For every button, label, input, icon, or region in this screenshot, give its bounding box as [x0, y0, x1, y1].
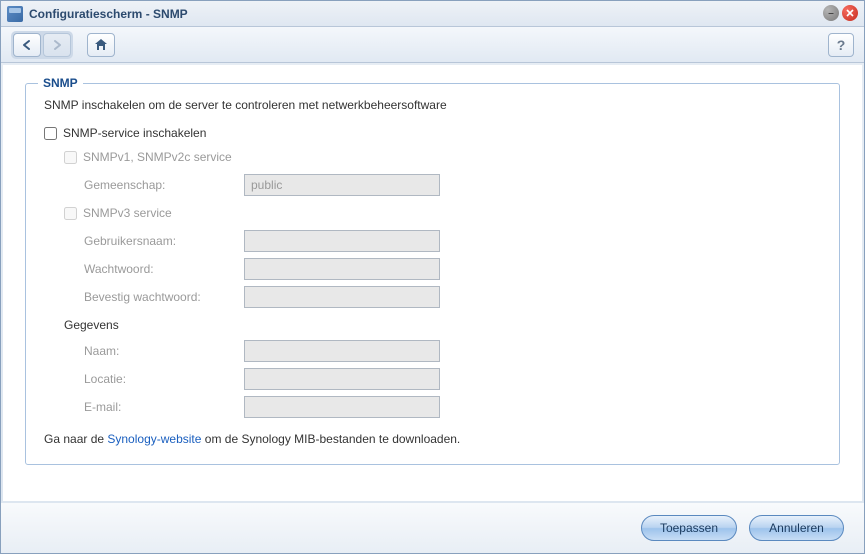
close-button[interactable] [842, 5, 858, 21]
name-row: Naam: [84, 340, 821, 362]
confirm-password-row: Bevestig wachtwoord: [84, 286, 821, 308]
home-icon [94, 38, 108, 51]
username-label: Gebruikersnaam: [84, 234, 244, 248]
password-label: Wachtwoord: [84, 262, 244, 276]
location-label: Locatie: [84, 372, 244, 386]
mib-suffix: om de Synology MIB-bestanden te download… [201, 432, 460, 446]
password-row: Wachtwoord: [84, 258, 821, 280]
synology-website-link[interactable]: Synology-website [107, 432, 201, 446]
footer: Toepassen Annuleren [1, 503, 864, 553]
location-row: Locatie: [84, 368, 821, 390]
window: Configuratiescherm - SNMP – ? SNMP SNMP … [0, 0, 865, 554]
community-row: Gemeenschap: [84, 174, 821, 196]
app-icon [7, 6, 23, 22]
home-button[interactable] [87, 33, 115, 57]
snmpv1v2c-label: SNMPv1, SNMPv2c service [83, 150, 232, 164]
titlebar-controls: – [823, 5, 858, 21]
snmpv1v2c-checkbox[interactable] [64, 151, 77, 164]
snmp-fieldset: SNMP SNMP inschakelen om de server te co… [25, 83, 840, 465]
enable-snmp-checkbox[interactable] [44, 127, 57, 140]
email-row: E-mail: [84, 396, 821, 418]
cancel-button[interactable]: Annuleren [749, 515, 844, 541]
forward-button[interactable] [43, 33, 71, 57]
arrow-left-icon [21, 39, 33, 51]
snmpv3-label: SNMPv3 service [83, 206, 172, 220]
community-label: Gemeenschap: [84, 178, 244, 192]
password-input[interactable] [244, 258, 440, 280]
location-input[interactable] [244, 368, 440, 390]
fieldset-legend: SNMP [38, 76, 83, 90]
confirm-password-input[interactable] [244, 286, 440, 308]
nav-group [11, 31, 73, 59]
apply-button[interactable]: Toepassen [641, 515, 737, 541]
snmpv1v2c-row: SNMPv1, SNMPv2c service [64, 150, 821, 164]
email-label: E-mail: [84, 400, 244, 414]
help-button[interactable]: ? [828, 33, 854, 57]
mib-download-line: Ga naar de Synology-website om de Synolo… [44, 432, 821, 446]
minimize-button[interactable]: – [823, 5, 839, 21]
community-input[interactable] [244, 174, 440, 196]
enable-snmp-label: SNMP-service inschakelen [63, 126, 206, 140]
snmpv3-row: SNMPv3 service [64, 206, 821, 220]
confirm-password-label: Bevestig wachtwoord: [84, 290, 244, 304]
back-button[interactable] [13, 33, 41, 57]
arrow-right-icon [51, 39, 63, 51]
window-title: Configuratiescherm - SNMP [29, 7, 188, 21]
enable-snmp-row: SNMP-service inschakelen [44, 126, 821, 140]
username-input[interactable] [244, 230, 440, 252]
email-input[interactable] [244, 396, 440, 418]
name-label: Naam: [84, 344, 244, 358]
fieldset-description: SNMP inschakelen om de server te control… [44, 98, 821, 112]
content-area: SNMP SNMP inschakelen om de server te co… [3, 65, 862, 501]
data-section-label: Gegevens [64, 318, 821, 332]
titlebar: Configuratiescherm - SNMP – [1, 1, 864, 27]
username-row: Gebruikersnaam: [84, 230, 821, 252]
name-input[interactable] [244, 340, 440, 362]
mib-prefix: Ga naar de [44, 432, 107, 446]
snmpv3-checkbox[interactable] [64, 207, 77, 220]
close-icon [846, 9, 854, 17]
toolbar: ? [1, 27, 864, 63]
